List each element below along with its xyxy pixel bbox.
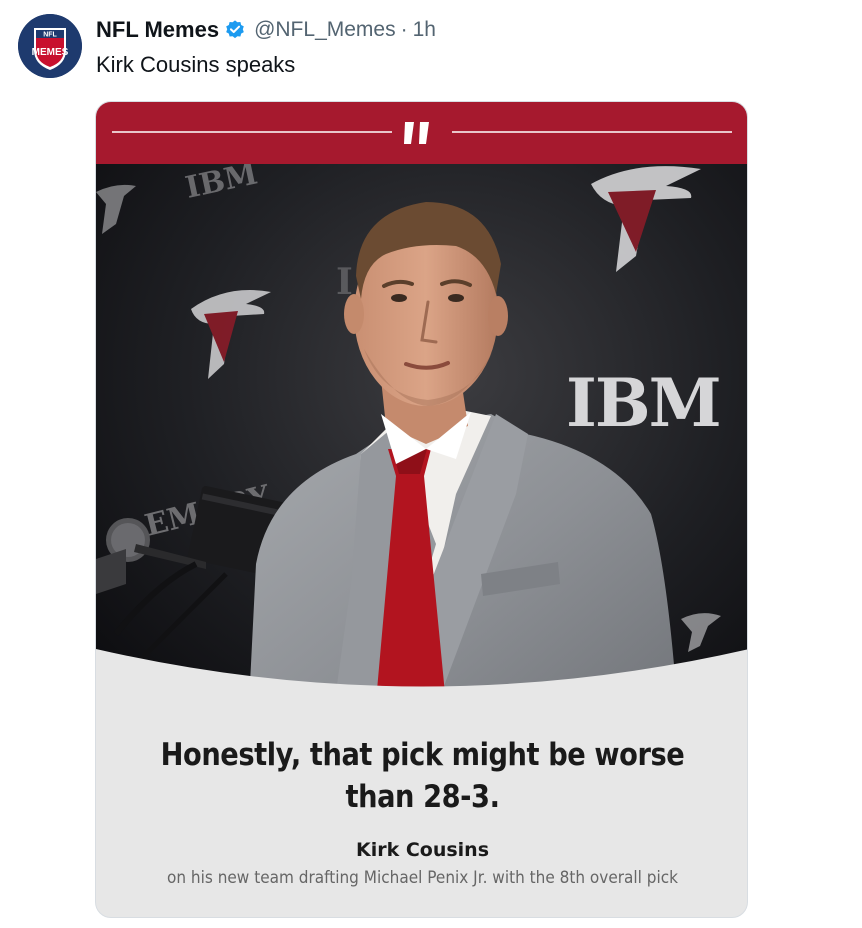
timestamp[interactable]: 1h	[413, 18, 436, 42]
tweet[interactable]: NFL MEMES NFL Memes @NFL_Memes · 1h Kirk…	[0, 0, 862, 928]
display-name[interactable]: NFL Memes	[96, 17, 219, 43]
ibm-logo: IBM	[566, 364, 722, 442]
quote-attribution-context: on his new team drafting Michael Penix J…	[166, 868, 679, 888]
tweet-text: Kirk Cousins speaks	[96, 52, 296, 77]
quote-marks-icon	[404, 122, 429, 144]
handle[interactable]: @NFL_Memes	[254, 18, 396, 42]
svg-text:IBM: IBM	[566, 364, 720, 442]
avatar-text-main: MEMES	[32, 47, 69, 58]
quote-text: Honestly, that pick might be worse than …	[160, 737, 685, 815]
avatar[interactable]: NFL MEMES	[18, 14, 82, 78]
separator-dot: ·	[400, 18, 408, 41]
press-conference-photo: IBM IBM I EMORY	[96, 156, 747, 764]
media-image[interactable]: IBM IBM I EMORY	[95, 101, 748, 918]
tweet-header: NFL Memes @NFL_Memes · 1h	[96, 14, 436, 46]
verified-badge-icon	[224, 19, 246, 41]
quote-attribution-name: Kirk Cousins	[355, 839, 490, 861]
avatar-text-top: NFL	[43, 32, 57, 39]
quote-header-bar	[96, 102, 747, 164]
nfl-memes-shield-icon: NFL MEMES	[18, 14, 82, 78]
